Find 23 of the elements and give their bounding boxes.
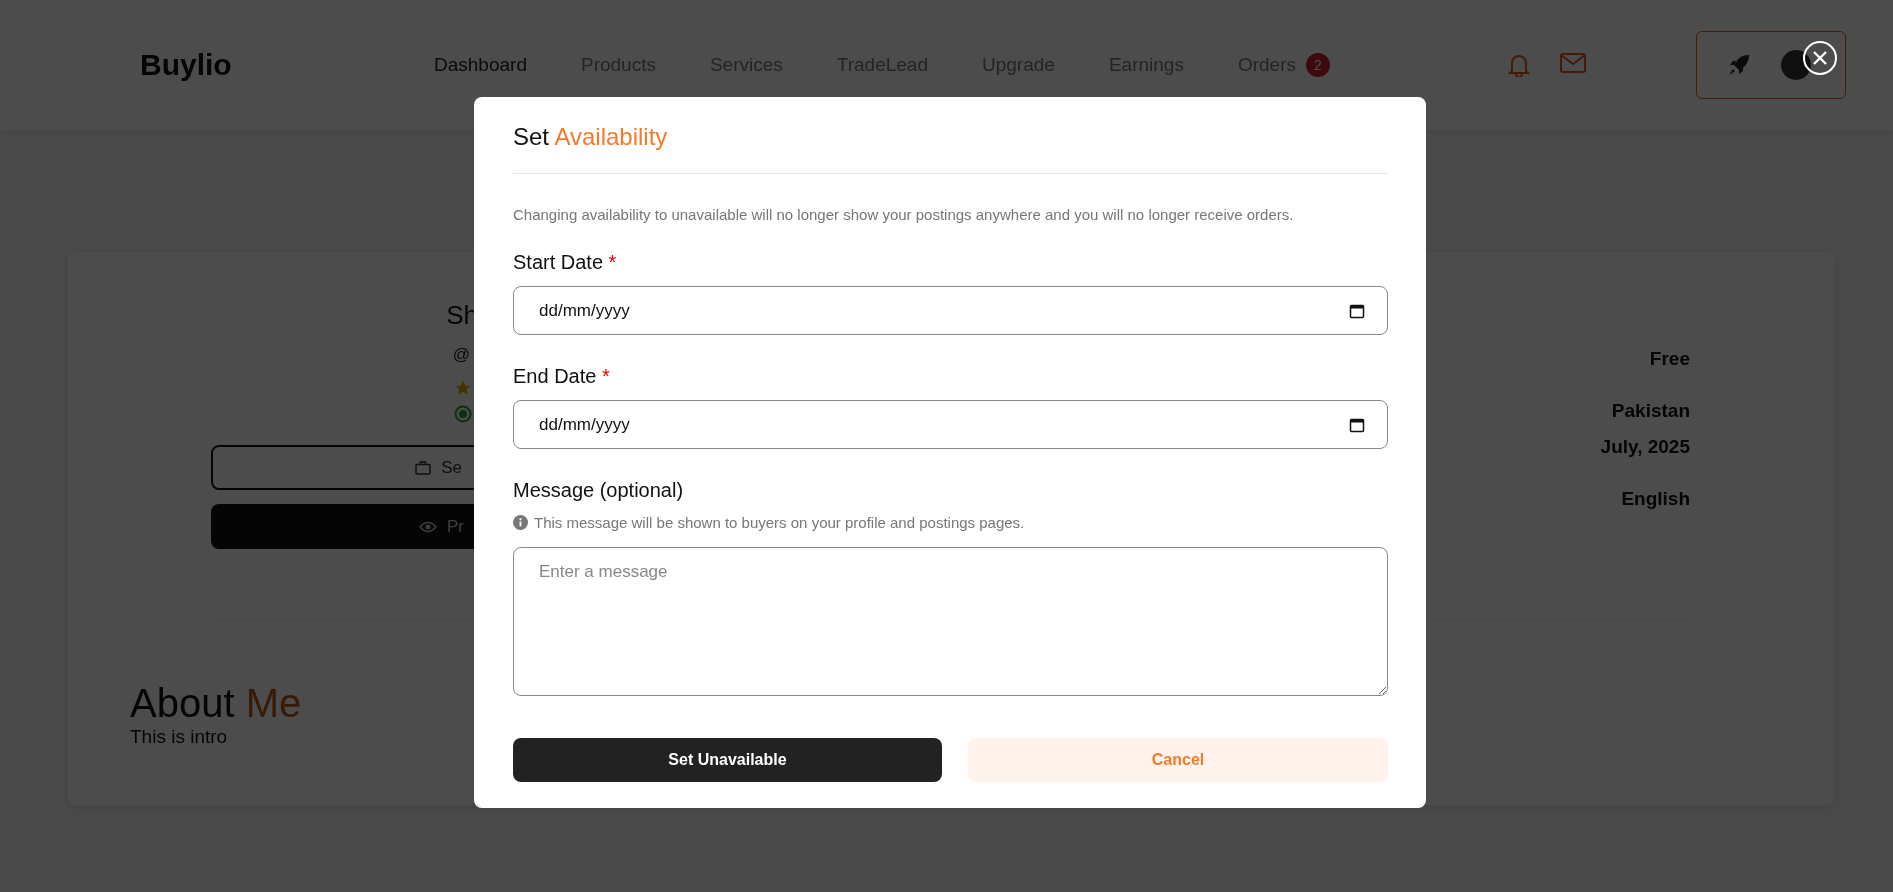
calendar-icon[interactable]: [1349, 302, 1365, 319]
profile-handle: @: [452, 345, 471, 365]
hint-text: This message will be shown to buyers on your profile and postings pages.: [534, 514, 1025, 531]
close-icon[interactable]: [1813, 51, 1827, 65]
detail-value: July, 2025: [1600, 436, 1690, 458]
info-icon: [513, 515, 528, 530]
dialog-title: Set Availability: [513, 123, 1388, 174]
cancel-button[interactable]: Cancel: [968, 738, 1388, 782]
field-label: End Date *: [513, 365, 611, 388]
field-label: Start Date *: [513, 251, 618, 274]
notice-text: Changing availability to unavailable will no longer show your postings anywhere and you will no longer receive orders.: [513, 206, 1295, 223]
date-field[interactable]: dd/mm/yyyy: [513, 400, 1388, 449]
field-label: Message (optional): [513, 479, 685, 502]
date-field[interactable]: dd/mm/yyyy: [513, 286, 1388, 335]
close-button[interactable]: [1803, 41, 1837, 75]
detail-value: English: [1621, 488, 1690, 510]
detail-value: Free: [1649, 348, 1690, 370]
section-title: About Me: [130, 681, 302, 726]
set-unavailable-button[interactable]: Set Unavailable: [513, 738, 942, 782]
detail-value: Pakistan: [1611, 400, 1690, 422]
calendar-icon[interactable]: [1349, 416, 1365, 433]
message-field[interactable]: Enter a message: [513, 547, 1388, 696]
about-text: This is intro: [130, 726, 228, 748]
